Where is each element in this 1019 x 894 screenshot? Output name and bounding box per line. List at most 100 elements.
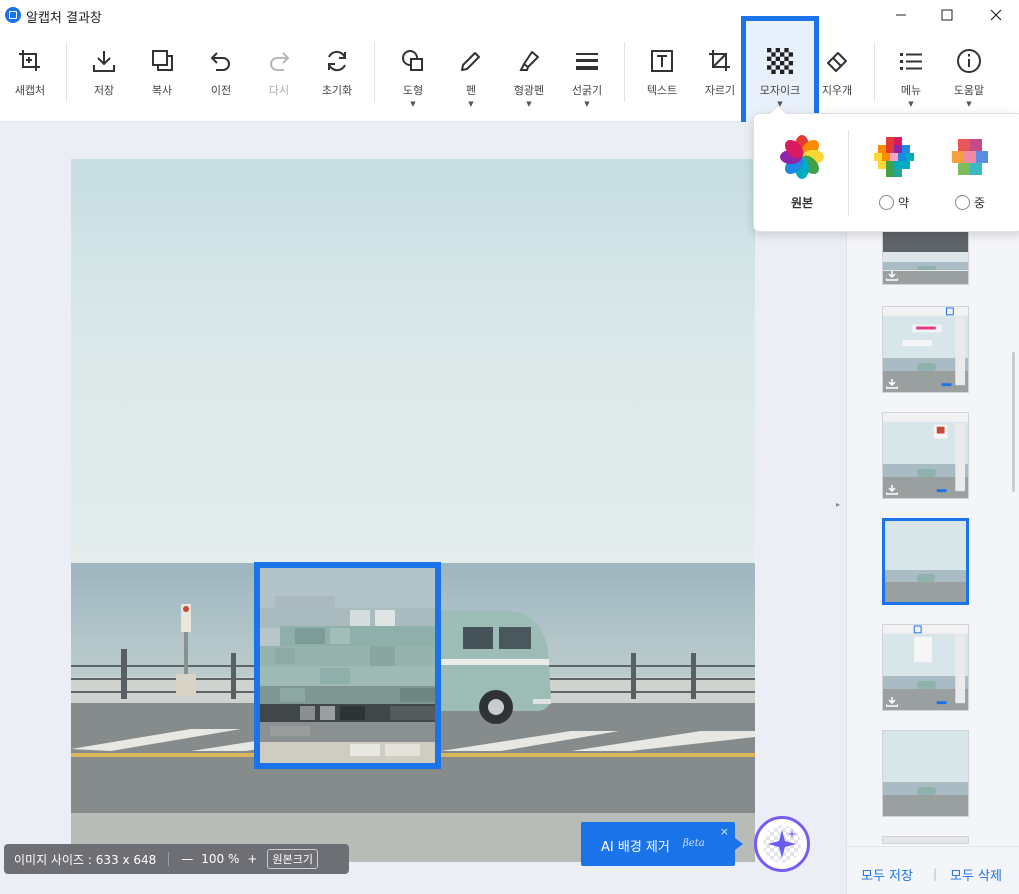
highlighter-button[interactable]: 형광펜 ▼: [501, 44, 557, 126]
mosaic-option-medium[interactable]: 중: [940, 134, 1000, 224]
pen-label: 펜: [465, 84, 477, 97]
reset-button[interactable]: 초기화: [309, 44, 365, 126]
new-capture-label: 새캡처: [14, 84, 46, 97]
close-button[interactable]: [973, 0, 1019, 30]
list-icon: [900, 53, 922, 70]
minimize-icon: [896, 14, 906, 16]
line-width-label: 선굵기: [571, 84, 603, 97]
highlighter-label: 형광펜: [513, 84, 545, 97]
mosaic-pixels: [260, 568, 435, 763]
toolbar-separator: [624, 42, 625, 102]
history-thumbnail[interactable]: [882, 730, 969, 817]
history-thumbnail[interactable]: [882, 229, 969, 285]
redo-button[interactable]: 다시: [251, 44, 307, 126]
download-icon: [886, 697, 898, 707]
download-icon: [886, 271, 898, 281]
original-size-button[interactable]: 원본크기: [267, 849, 318, 869]
popup-separator: [848, 130, 849, 216]
mosaic-option-original-label: 원본: [790, 196, 814, 210]
history-thumbnail[interactable]: [882, 412, 969, 499]
dropdown-caret-icon: ▼: [526, 100, 532, 108]
history-thumbnail[interactable]: [882, 836, 969, 844]
crop-label: 자르기: [704, 84, 736, 97]
shape-label: 도형: [402, 84, 424, 97]
pen-button[interactable]: 펜 ▼: [443, 44, 499, 126]
pixelated-flower-icon: [874, 137, 914, 177]
ai-background-removal-button[interactable]: [754, 816, 810, 872]
redo-icon: [270, 52, 290, 71]
undo-icon: [210, 52, 230, 71]
dropdown-caret-icon: ▼: [908, 100, 914, 108]
shape-button[interactable]: 도형 ▼: [385, 44, 441, 126]
download-icon: [886, 485, 898, 495]
crop-button[interactable]: 자르기: [692, 44, 748, 126]
download-icon: [886, 379, 898, 389]
dropdown-caret-icon: ▼: [584, 100, 590, 108]
status-bar: 이미지 사이즈 : 633 x 648 — 100 % + 원본크기: [4, 844, 349, 874]
mosaic-option-weak[interactable]: 약: [864, 134, 924, 224]
pixelated-flower-icon: [952, 139, 988, 175]
maximize-icon: [941, 9, 953, 21]
toolbar-separator: [374, 42, 375, 102]
line-width-button[interactable]: 선굵기 ▼: [559, 44, 615, 126]
undo-button[interactable]: 이전: [193, 44, 249, 126]
save-label: 저장: [93, 84, 115, 97]
info-icon: [957, 49, 981, 73]
history-thumbnail-selected[interactable]: [882, 518, 969, 605]
save-button[interactable]: 저장: [76, 44, 132, 126]
refresh-icon: [328, 50, 346, 72]
status-separator: [168, 852, 170, 866]
radio-medium[interactable]: [954, 195, 970, 210]
toolbar: 새캡처 저장 복사 이전 다시 초기화 도형 ▼ 펜 ▼ 형광펜 ▼ 선굵기 ▼…: [0, 16, 1019, 127]
toolbar-separator: [874, 42, 875, 102]
ai-tip-label: AI 배경 제거: [601, 840, 670, 855]
zoom-out-button[interactable]: —: [181, 852, 193, 866]
download-icon: [93, 51, 115, 72]
close-icon: [990, 9, 1002, 21]
text-label: 텍스트: [646, 84, 678, 97]
footer-separator: |: [933, 867, 938, 881]
history-thumbnail[interactable]: [882, 306, 969, 393]
history-thumbnail[interactable]: [882, 624, 969, 711]
title-bar: 알캡처 결과창: [0, 0, 1019, 30]
highlighter-icon: [519, 51, 539, 71]
crop-plus-icon: [19, 50, 40, 71]
zoom-level: 100 %: [201, 852, 240, 866]
zoom-in-button[interactable]: +: [247, 852, 257, 866]
panel-footer: 모두 저장 | 모두 삭제: [847, 846, 1019, 894]
save-all-button[interactable]: 모두 저장: [861, 865, 913, 884]
new-capture-button[interactable]: 새캡처: [2, 44, 58, 126]
dropdown-caret-icon: ▼: [966, 100, 972, 108]
copy-label: 복사: [151, 84, 173, 97]
panel-collapse-arrow-icon[interactable]: ▸: [836, 500, 840, 509]
radio-weak[interactable]: [878, 195, 894, 210]
mosaic-selection[interactable]: [254, 562, 441, 769]
toolbar-separator: [66, 42, 67, 102]
sparkle-icon: [763, 825, 801, 863]
text-button[interactable]: 텍스트: [634, 44, 690, 126]
copy-button[interactable]: 복사: [134, 44, 190, 126]
mosaic-icon: [767, 48, 793, 74]
pen-icon: [461, 52, 480, 71]
capture-history-panel: 모두 저장 | 모두 삭제: [846, 122, 1019, 894]
canvas-area[interactable]: AI 배경 제거 βeta × 이미지 사이즈 : 633 x 648 — 10…: [0, 122, 838, 894]
ai-tip-close-button[interactable]: ×: [720, 825, 729, 838]
minimize-button[interactable]: [878, 0, 924, 30]
text-icon: [651, 50, 673, 72]
dropdown-caret-icon: ▼: [410, 100, 416, 108]
mosaic-option-medium-label-row: 중: [940, 194, 1000, 211]
eraser-label: 지우개: [821, 84, 853, 97]
dropdown-caret-icon: ▼: [468, 100, 474, 108]
crop-icon: [709, 50, 730, 71]
panel-scrollbar[interactable]: [1012, 352, 1015, 492]
maximize-button[interactable]: [924, 0, 970, 30]
help-label: 도움말: [953, 84, 985, 97]
reset-label: 초기화: [321, 84, 353, 97]
eraser-icon: [827, 52, 847, 72]
undo-label: 이전: [210, 84, 232, 97]
mosaic-option-original[interactable]: 원본: [772, 134, 832, 224]
shapes-icon: [402, 50, 423, 71]
delete-all-button[interactable]: 모두 삭제: [950, 865, 1002, 884]
ai-background-removal-tip[interactable]: AI 배경 제거 βeta ×: [581, 822, 743, 866]
app-logo-icon: [5, 7, 21, 23]
